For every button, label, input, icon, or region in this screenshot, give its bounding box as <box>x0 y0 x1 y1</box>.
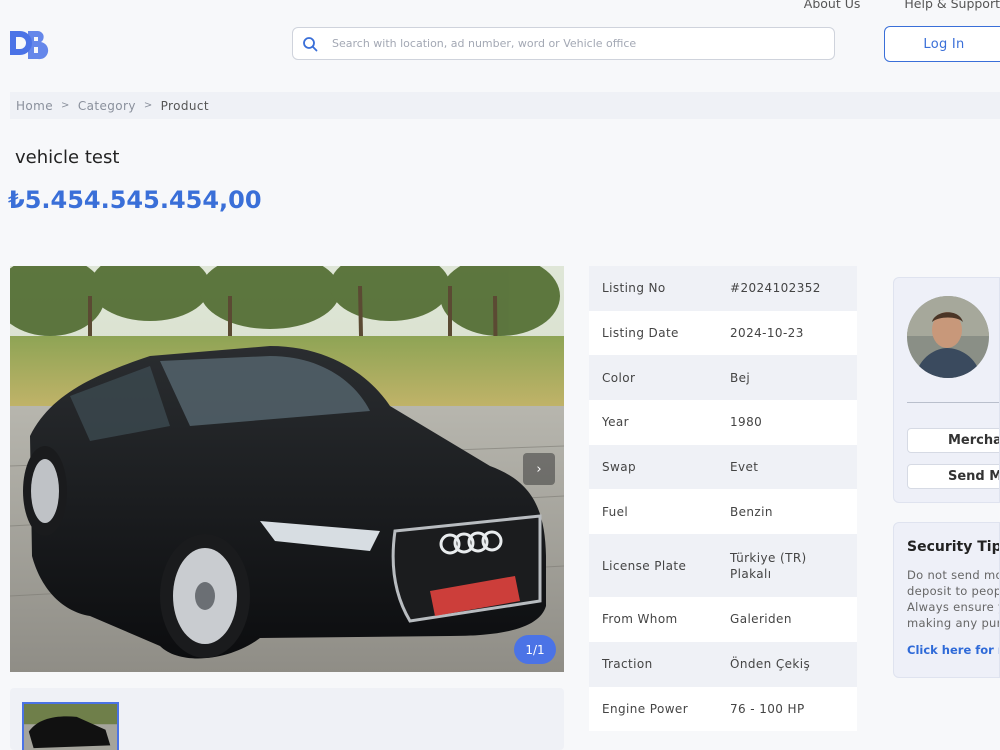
site-logo[interactable] <box>8 27 50 63</box>
search-icon <box>303 36 318 51</box>
listing-price: ₺5.454.545.454,00 <box>8 186 262 214</box>
chevron-right-icon: > <box>143 100 153 111</box>
spec-row: From Whom Galeriden <box>589 597 857 642</box>
security-tip-line: Do not send money or <box>907 568 999 582</box>
seller-divider <box>907 402 999 403</box>
spec-label: Swap <box>602 460 637 475</box>
nav-about-us[interactable]: About Us <box>804 0 861 11</box>
thumbnail-image[interactable] <box>22 702 119 750</box>
spec-value: Türkiye (TR) Plakalı <box>730 550 807 581</box>
spec-table: Listing No #2024102352 Listing Date 2024-1… <box>589 266 857 732</box>
spec-value: #2024102352 <box>730 281 821 296</box>
login-button[interactable]: Log In <box>884 26 1000 62</box>
spec-label: Listing Date <box>602 326 679 341</box>
spec-row: Swap Evet <box>589 444 857 490</box>
spec-value: Evet <box>730 460 759 475</box>
breadcrumb-home[interactable]: Home <box>16 99 53 113</box>
spec-row: Traction Önden Çekiş <box>589 641 857 687</box>
security-tips-title: Security Tips <box>907 539 1000 555</box>
spec-label: Fuel <box>602 504 629 519</box>
security-tips-card: Security Tips Do not send money or depos… <box>893 522 1000 678</box>
spec-label: Listing No <box>602 281 666 296</box>
spec-value: 76 - 100 HP <box>730 701 805 716</box>
security-tip-line: Always ensure you are <box>907 600 999 614</box>
spec-label: Traction <box>602 657 653 672</box>
spec-row: Listing No #2024102352 <box>589 266 857 311</box>
breadcrumb: Home > Category > Product <box>10 92 1000 119</box>
image-counter: 1/1 <box>514 635 556 664</box>
security-more-link[interactable]: Click here for more <box>907 643 999 657</box>
thumbnail-strip <box>10 688 564 750</box>
spec-value: 2024-10-23 <box>730 326 804 341</box>
avatar <box>907 296 989 378</box>
chevron-right-icon: > <box>61 100 70 111</box>
spec-label: Year <box>602 415 630 430</box>
spec-row: Color Bej <box>589 355 857 401</box>
search-bar <box>292 27 835 60</box>
breadcrumb-category[interactable]: Category <box>78 99 136 113</box>
next-image-button[interactable]: › <box>523 453 555 485</box>
spec-label: Color <box>602 370 636 385</box>
security-tip-line: making any purchase. <box>907 616 999 630</box>
security-tip-line: deposit to people you <box>907 584 999 598</box>
spec-row: Listing Date 2024-10-23 <box>589 310 857 356</box>
spec-row: Year 1980 <box>589 400 857 445</box>
nav-help-support[interactable]: Help & Support <box>904 0 1000 11</box>
spec-row: Fuel Benzin <box>589 489 857 535</box>
search-input[interactable] <box>332 37 834 50</box>
listing-title: vehicle test <box>15 147 120 168</box>
spec-label: License Plate <box>602 558 687 573</box>
spec-value: Önden Çekiş <box>730 657 811 672</box>
breadcrumb-current: Product <box>160 98 209 113</box>
send-message-button[interactable]: Send Message <box>907 464 999 489</box>
top-nav: About Us Help & Support <box>804 0 1000 11</box>
seller-card: Merchant Send Message <box>893 277 1000 503</box>
spec-value: 1980 <box>730 415 763 430</box>
spec-value: Bej <box>730 370 751 385</box>
spec-value: Benzin <box>730 504 773 519</box>
spec-value: Galeriden <box>730 612 792 627</box>
spec-row: Engine Power 76 - 100 HP <box>589 686 857 732</box>
spec-label: From Whom <box>602 612 678 627</box>
merchant-button[interactable]: Merchant <box>907 428 999 453</box>
spec-label: Engine Power <box>602 701 689 716</box>
spec-row: License Plate Türkiye (TR) Plakalı <box>589 534 857 598</box>
vehicle-photo[interactable] <box>10 266 564 672</box>
